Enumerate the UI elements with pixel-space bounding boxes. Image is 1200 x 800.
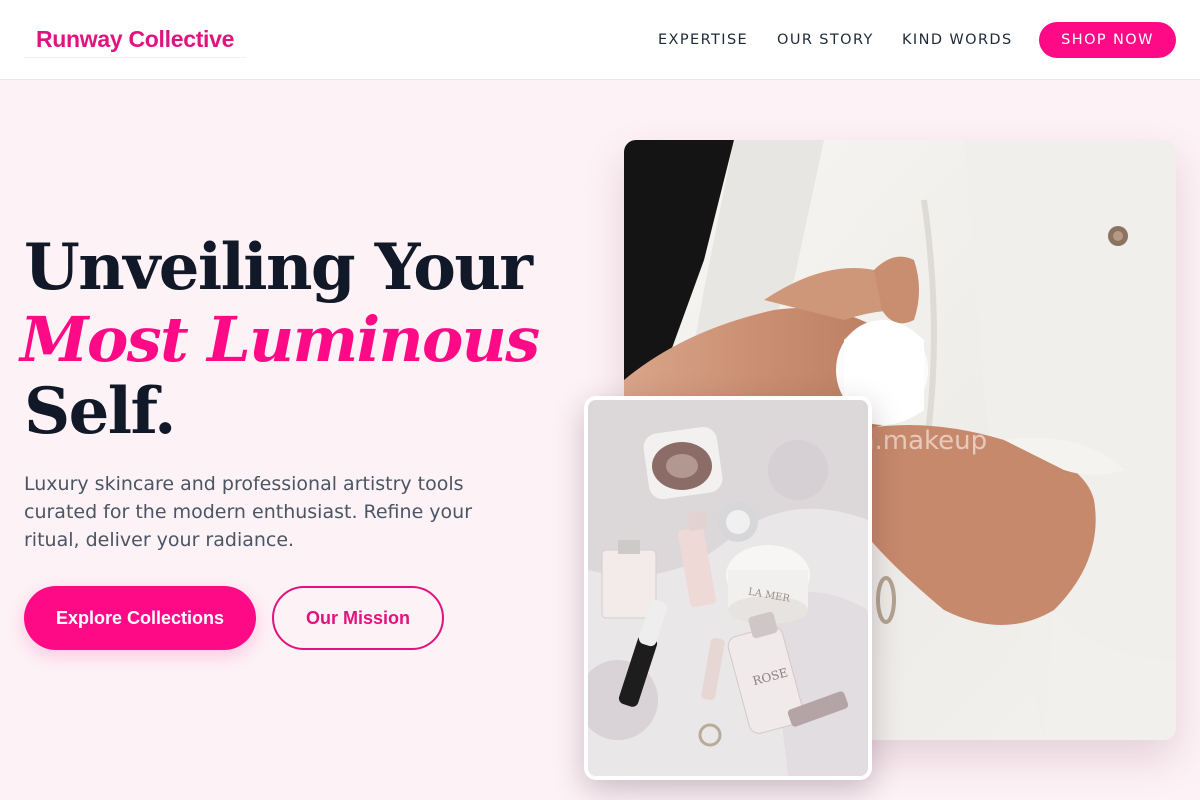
image-watermark: n.makeup (858, 426, 988, 456)
brand-logo[interactable]: Runway Collective (24, 22, 247, 58)
hero-title-accent: Most Luminous (20, 303, 540, 376)
explore-collections-button[interactable]: Explore Collections (24, 586, 256, 650)
hero-subtitle: Luxury skincare and professional artistr… (24, 473, 473, 551)
nav-link-kind-words[interactable]: KIND WORDS (902, 22, 1013, 58)
product-flatlay-illustration: LA MER ROSE (588, 400, 868, 776)
hero-title-line-3: Self. (24, 374, 176, 449)
our-mission-button[interactable]: Our Mission (272, 586, 444, 650)
nav-link-our-story[interactable]: OUR STORY (777, 22, 874, 58)
product-flatlay-image: LA MER ROSE (584, 396, 872, 780)
shop-now-button[interactable]: SHOP NOW (1039, 22, 1176, 58)
hero-title: Unveiling Your Most Luminous Self. (20, 230, 584, 449)
hero-title-line-1: Unveiling Your (24, 230, 533, 305)
nav-link-expertise[interactable]: EXPERTISE (658, 22, 748, 58)
site-header: Runway Collective EXPERTISE OUR STORY KI… (0, 0, 1200, 80)
